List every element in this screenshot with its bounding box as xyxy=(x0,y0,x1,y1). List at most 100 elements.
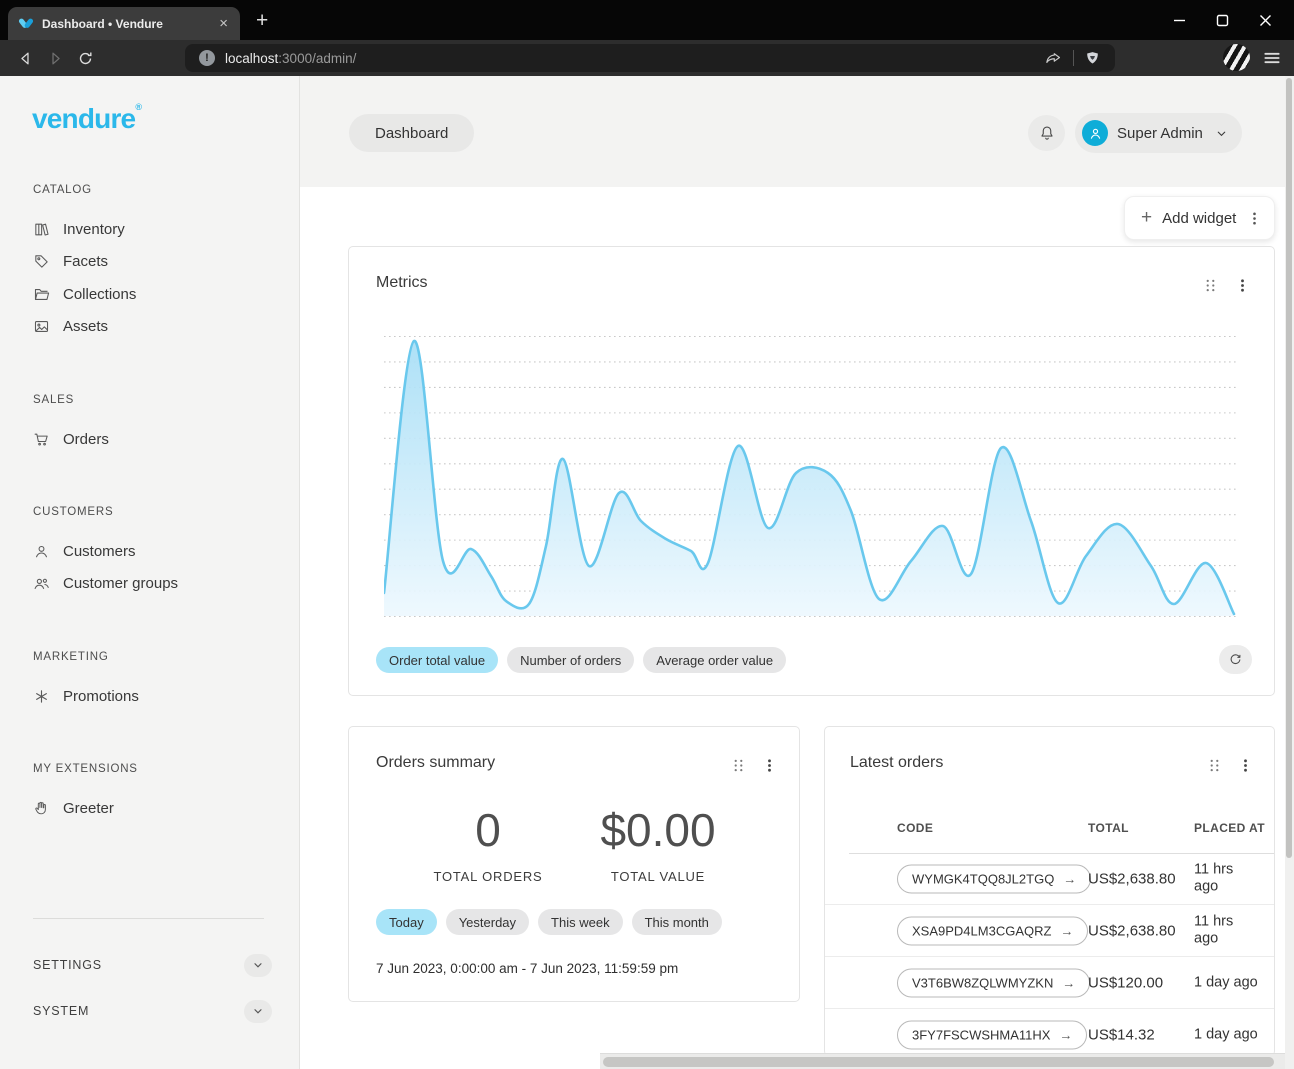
add-widget-button[interactable]: + Add widget xyxy=(1124,196,1275,240)
total-value-label: TOTAL VALUE xyxy=(583,869,733,884)
window-maximize-button[interactable] xyxy=(1216,14,1229,27)
kebab-menu-icon[interactable] xyxy=(760,756,779,775)
user-icon xyxy=(1088,126,1103,141)
registered-mark: ® xyxy=(135,102,141,112)
chevron-down-icon xyxy=(1215,127,1228,140)
add-widget-label: Add widget xyxy=(1162,210,1237,227)
order-code-link[interactable]: V3T6BW8ZQLWMYZKN → xyxy=(897,968,1090,997)
arrow-right-icon: → xyxy=(1060,923,1073,938)
section-heading-sales: SALES xyxy=(33,394,74,406)
sidebar-item-assets[interactable]: Assets xyxy=(33,311,285,341)
tab-order-total-value[interactable]: Order total value xyxy=(376,647,498,673)
sidebar-item-inventory[interactable]: Inventory xyxy=(33,214,285,244)
drag-handle-icon[interactable] xyxy=(1202,276,1219,295)
sidebar-item-customers[interactable]: Customers xyxy=(33,536,285,566)
order-placed-at: 11 hrs ago xyxy=(1194,861,1250,896)
new-tab-button[interactable]: + xyxy=(256,9,268,33)
browser-profile-avatar[interactable] xyxy=(1223,44,1250,71)
chevron-down-icon xyxy=(252,959,264,971)
sidebar-item-customer-groups[interactable]: Customer groups xyxy=(33,568,285,598)
kebab-menu-icon[interactable] xyxy=(1247,211,1262,226)
user-name: Super Admin xyxy=(1117,125,1206,142)
drag-handle-icon[interactable] xyxy=(730,756,747,775)
range-today[interactable]: Today xyxy=(376,909,437,935)
order-code-link[interactable]: WYMGK4TQQ8JL2TGQ → xyxy=(897,864,1091,893)
range-this-week[interactable]: This week xyxy=(538,909,623,935)
url-bar[interactable]: ! localhost:3000/admin/ xyxy=(185,44,1115,72)
tab-number-of-orders[interactable]: Number of orders xyxy=(507,647,634,673)
order-total: US$14.32 xyxy=(1088,1026,1155,1043)
settings-expand-button[interactable] xyxy=(244,954,272,977)
kebab-menu-icon[interactable] xyxy=(1233,276,1252,295)
column-header-placed-at: PLACED AT xyxy=(1194,821,1265,835)
browser-toolbar: ! localhost:3000/admin/ xyxy=(0,40,1294,76)
sidebar-item-facets[interactable]: Facets xyxy=(33,246,285,276)
sidebar-item-label: Assets xyxy=(63,318,108,335)
order-total: US$2,638.80 xyxy=(1088,870,1176,887)
admin-page: vendure® CATALOG Inventory Facets Collec… xyxy=(0,76,1294,1069)
reload-button[interactable] xyxy=(70,50,100,67)
user-icon xyxy=(33,543,50,560)
tab-close-icon[interactable]: × xyxy=(217,16,230,31)
section-heading-customers: CUSTOMERS xyxy=(33,506,113,518)
brave-shield-icon[interactable] xyxy=(1084,49,1101,68)
orders-summary-widget: Orders summary 0 TOTAL ORDERS $0.00 TOTA… xyxy=(348,726,800,1002)
notifications-button[interactable] xyxy=(1028,115,1065,151)
sidebar-item-system[interactable]: SYSTEM xyxy=(33,996,272,1026)
sidebar-item-settings[interactable]: SETTINGS xyxy=(33,950,272,980)
main-header: Dashboard Super Admin xyxy=(300,76,1285,187)
sidebar-divider xyxy=(33,918,264,919)
latest-orders-widget: Latest orders CODE TOTAL PLACED AT WYMGK… xyxy=(824,726,1275,1056)
window-minimize-button[interactable] xyxy=(1173,14,1186,27)
range-yesterday[interactable]: Yesterday xyxy=(446,909,529,935)
breadcrumb[interactable]: Dashboard xyxy=(349,114,474,152)
share-icon[interactable] xyxy=(1044,49,1063,68)
window-controls xyxy=(1151,0,1294,40)
column-header-total: TOTAL xyxy=(1088,821,1129,835)
horizontal-scrollbar-thumb[interactable] xyxy=(603,1057,1274,1067)
window-close-button[interactable] xyxy=(1259,14,1272,27)
forward-button[interactable] xyxy=(40,50,70,67)
back-button[interactable] xyxy=(10,50,40,67)
sidebar-item-orders[interactable]: Orders xyxy=(33,424,285,454)
user-menu[interactable]: Super Admin xyxy=(1075,113,1242,153)
url-path: :3000/admin/ xyxy=(278,51,356,66)
refresh-button[interactable] xyxy=(1219,645,1252,674)
horizontal-scrollbar[interactable] xyxy=(600,1053,1285,1069)
sidebar-item-label: Facets xyxy=(63,253,108,270)
order-total: US$120.00 xyxy=(1088,974,1163,991)
system-expand-button[interactable] xyxy=(244,1000,272,1023)
order-placed-at: 1 day ago xyxy=(1194,974,1258,991)
tab-average-order-value[interactable]: Average order value xyxy=(643,647,786,673)
kebab-menu-icon[interactable] xyxy=(1236,756,1255,775)
image-icon xyxy=(33,318,50,335)
site-info-icon[interactable]: ! xyxy=(199,50,215,66)
widget-title: Latest orders xyxy=(850,754,943,772)
arrow-right-icon: → xyxy=(1062,975,1075,990)
vertical-scrollbar[interactable] xyxy=(1285,76,1294,1069)
order-code-link[interactable]: 3FY7FSCWSHMA11HX → xyxy=(897,1020,1087,1049)
sidebar-item-label: Customers xyxy=(63,543,136,560)
sidebar-item-collections[interactable]: Collections xyxy=(33,279,285,309)
browser-menu-icon[interactable] xyxy=(1262,48,1282,68)
system-label: SYSTEM xyxy=(33,1004,89,1018)
cart-icon xyxy=(33,431,50,448)
sidebar-item-greeter[interactable]: Greeter xyxy=(33,793,285,823)
tab-title: Dashboard • Vendure xyxy=(42,17,209,31)
order-placed-at: 11 hrs ago xyxy=(1194,913,1250,948)
user-avatar xyxy=(1082,120,1108,146)
section-heading-my-extensions: MY EXTENSIONS xyxy=(33,763,138,775)
plus-icon: + xyxy=(1141,207,1152,229)
asterisk-icon xyxy=(33,688,50,705)
table-row: 3FY7FSCWSHMA11HX → US$14.32 1 day ago xyxy=(825,1009,1274,1056)
drag-handle-icon[interactable] xyxy=(1206,756,1223,775)
browser-tab[interactable]: Dashboard • Vendure × xyxy=(8,7,240,40)
range-this-month[interactable]: This month xyxy=(632,909,722,935)
sidebar-item-promotions[interactable]: Promotions xyxy=(33,681,285,711)
refresh-icon xyxy=(1228,652,1243,667)
table-row: XSA9PD4LM3CGAQRZ → US$2,638.80 11 hrs ag… xyxy=(825,905,1274,957)
sidebar: vendure® CATALOG Inventory Facets Collec… xyxy=(0,76,300,1069)
order-code-link[interactable]: XSA9PD4LM3CGAQRZ → xyxy=(897,916,1088,945)
vertical-scrollbar-thumb[interactable] xyxy=(1286,78,1292,858)
sidebar-item-label: Collections xyxy=(63,286,136,303)
